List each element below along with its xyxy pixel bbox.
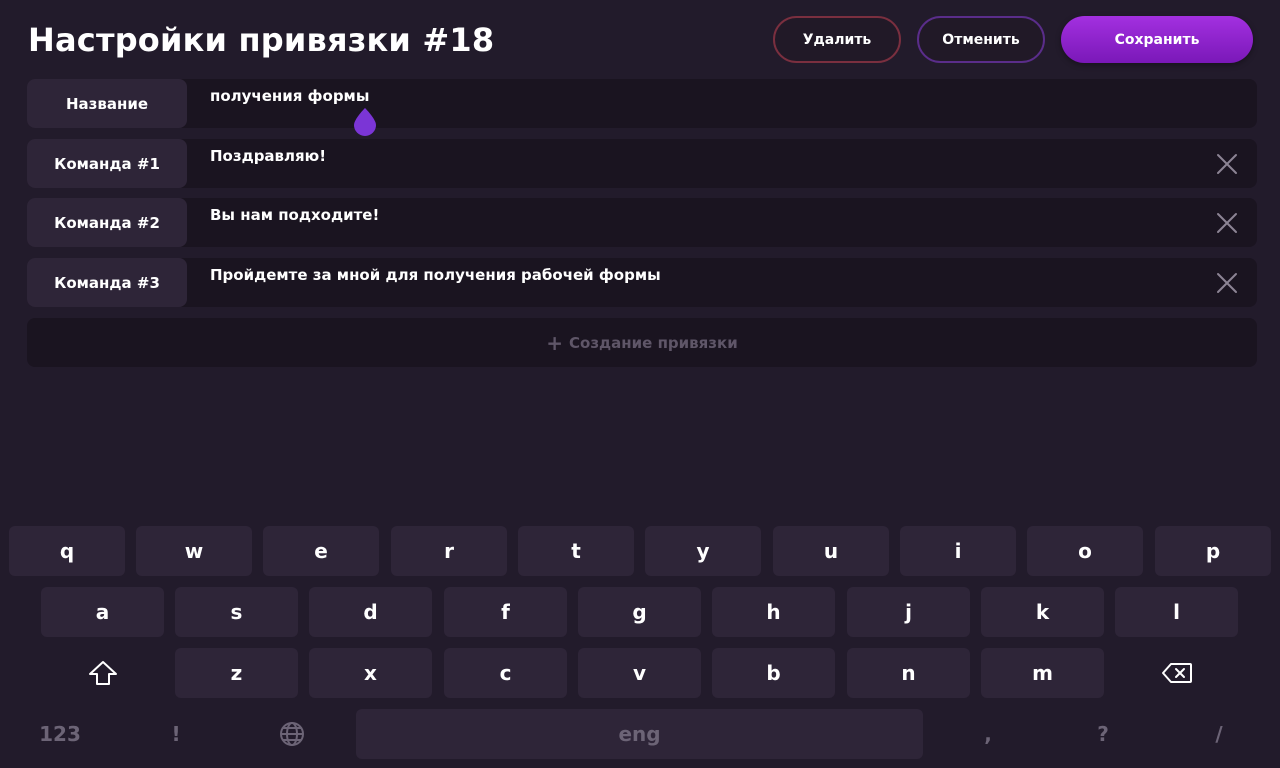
- delete-button[interactable]: Удалить: [773, 16, 901, 63]
- close-icon[interactable]: [1215, 211, 1239, 235]
- key-p[interactable]: p: [1155, 526, 1271, 576]
- key-f[interactable]: f: [444, 587, 567, 637]
- backspace-key[interactable]: [1115, 648, 1238, 698]
- command-label: Команда #3: [27, 258, 187, 307]
- key-x[interactable]: x: [309, 648, 432, 698]
- command-input[interactable]: Поздравляю!: [210, 147, 326, 165]
- key-g[interactable]: g: [578, 587, 701, 637]
- add-binding-button[interactable]: + Создание привязки: [27, 318, 1257, 367]
- name-field-row: Название получения формы: [27, 79, 1257, 128]
- name-field-label: Название: [27, 79, 187, 128]
- space-key[interactable]: eng: [356, 709, 923, 759]
- key-l[interactable]: l: [1115, 587, 1238, 637]
- numbers-key[interactable]: 123: [9, 709, 111, 759]
- key-n[interactable]: n: [847, 648, 970, 698]
- command-input[interactable]: Вы нам подходите!: [210, 206, 379, 224]
- command-row: Команда #1 Поздравляю!: [27, 139, 1257, 188]
- key-w[interactable]: w: [136, 526, 252, 576]
- key-b[interactable]: b: [712, 648, 835, 698]
- key-c[interactable]: c: [444, 648, 567, 698]
- shift-icon: [88, 661, 117, 685]
- page-title: Настройки привязки #18: [28, 21, 495, 59]
- key-m[interactable]: m: [981, 648, 1104, 698]
- command-label: Команда #2: [27, 198, 187, 247]
- shift-key[interactable]: [41, 648, 164, 698]
- command-input[interactable]: Пройдемте за мной для получения рабочей …: [210, 266, 661, 284]
- key-v[interactable]: v: [578, 648, 701, 698]
- command-label: Команда #1: [27, 139, 187, 188]
- key-t[interactable]: t: [518, 526, 634, 576]
- key-i[interactable]: i: [900, 526, 1016, 576]
- key-j[interactable]: j: [847, 587, 970, 637]
- key-q[interactable]: q: [9, 526, 125, 576]
- key-y[interactable]: y: [645, 526, 761, 576]
- key-o[interactable]: o: [1027, 526, 1143, 576]
- globe-icon: [280, 722, 304, 746]
- comma-key[interactable]: ,: [937, 709, 1039, 759]
- plus-icon: +: [546, 330, 564, 355]
- exclaim-key[interactable]: !: [125, 709, 227, 759]
- key-u[interactable]: u: [773, 526, 889, 576]
- question-key[interactable]: ?: [1052, 709, 1154, 759]
- language-key[interactable]: [241, 709, 343, 759]
- key-e[interactable]: e: [263, 526, 379, 576]
- command-row: Команда #3 Пройдемте за мной для получен…: [27, 258, 1257, 307]
- key-h[interactable]: h: [712, 587, 835, 637]
- close-icon[interactable]: [1215, 152, 1239, 176]
- text-cursor-handle[interactable]: [352, 106, 378, 136]
- key-k[interactable]: k: [981, 587, 1104, 637]
- command-row: Команда #2 Вы нам подходите!: [27, 198, 1257, 247]
- name-field-input[interactable]: получения формы: [210, 87, 369, 105]
- key-d[interactable]: d: [309, 587, 432, 637]
- key-s[interactable]: s: [175, 587, 298, 637]
- backspace-icon: [1161, 663, 1192, 683]
- key-a[interactable]: a: [41, 587, 164, 637]
- close-icon[interactable]: [1215, 271, 1239, 295]
- key-r[interactable]: r: [391, 526, 507, 576]
- save-button[interactable]: Сохранить: [1061, 16, 1253, 63]
- key-z[interactable]: z: [175, 648, 298, 698]
- add-binding-label: Создание привязки: [569, 333, 738, 352]
- cancel-button[interactable]: Отменить: [917, 16, 1045, 63]
- slash-key[interactable]: /: [1168, 709, 1270, 759]
